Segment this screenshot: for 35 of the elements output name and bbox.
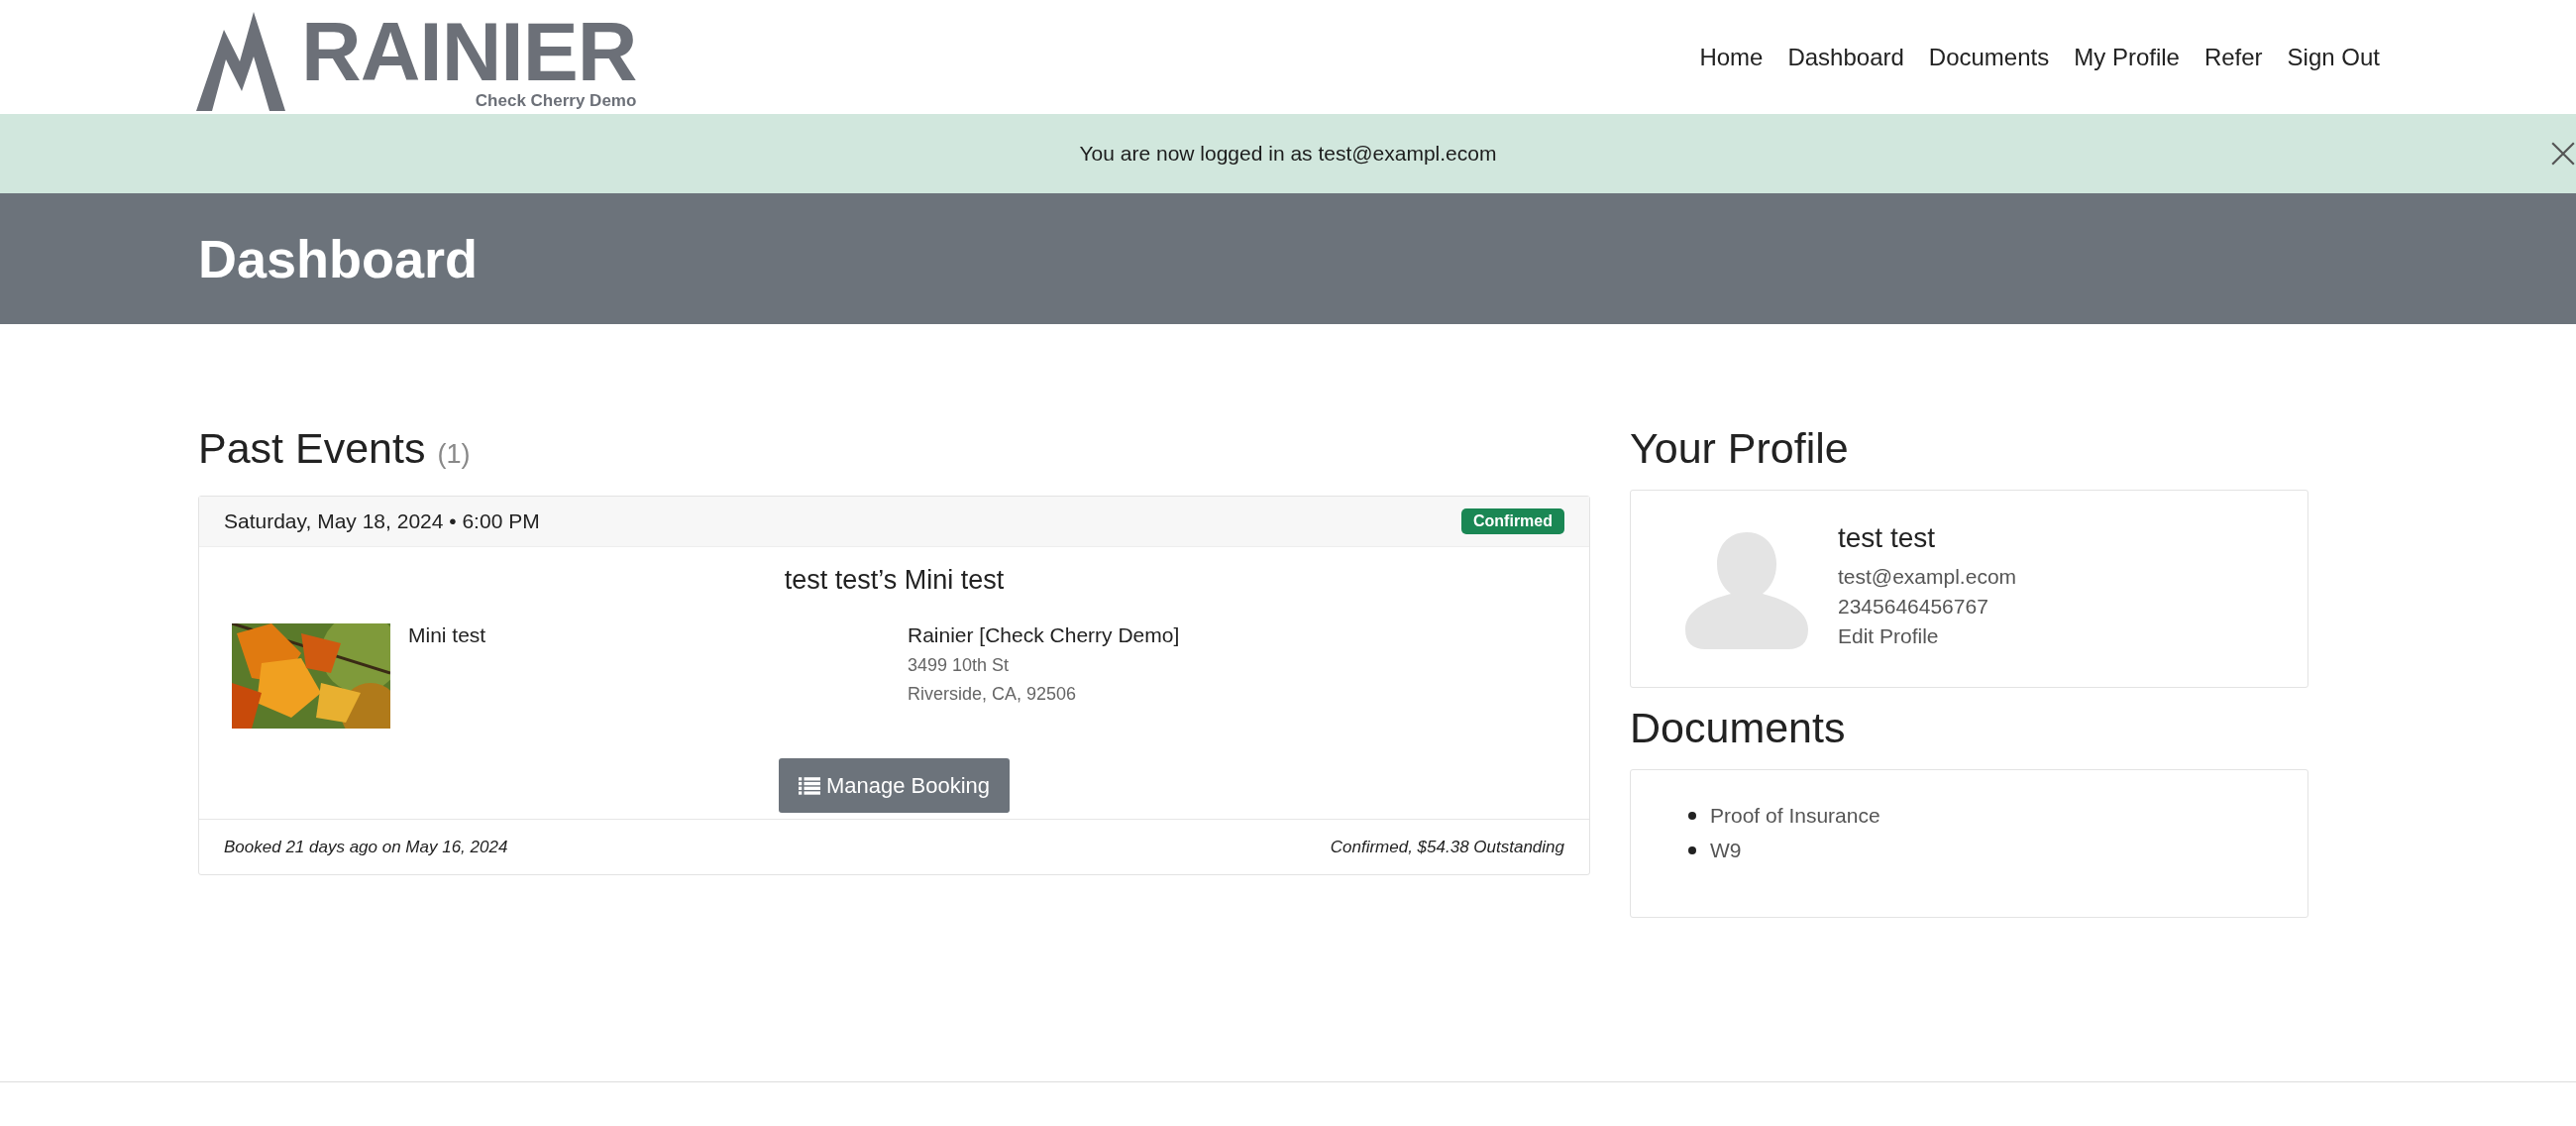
booked-note: Booked 21 days ago on May 16, 2024 xyxy=(224,837,508,857)
profile-name: test test xyxy=(1838,522,1937,554)
venue-city: Riverside, CA, 92506 xyxy=(908,684,1078,705)
document-link[interactable]: Proof of Insurance xyxy=(1710,798,1880,833)
event-count: (1) xyxy=(437,439,471,469)
nav-link[interactable]: My Profile xyxy=(2074,43,2180,71)
venue-name: Rainier [Check Cherry Demo] xyxy=(908,623,1180,647)
bullet-icon xyxy=(1688,811,1696,820)
edit-profile-link[interactable]: Edit Profile xyxy=(1838,621,2017,651)
bullet-icon xyxy=(1688,845,1696,854)
nav-link[interactable]: Home xyxy=(1699,43,1764,71)
nav-link[interactable]: Refer xyxy=(2203,43,2263,71)
nav-link[interactable]: Documents xyxy=(1928,43,2050,71)
nav-link[interactable]: Sign Out xyxy=(2287,43,2380,71)
close-icon[interactable] xyxy=(2550,141,2576,167)
nav-link[interactable]: Dashboard xyxy=(1787,43,1904,71)
status-badge: Confirmed xyxy=(1461,508,1564,534)
profile-phone: 2345646456767 xyxy=(1838,594,1989,619)
package-name: Mini test xyxy=(408,623,487,647)
list-icon xyxy=(798,776,820,795)
document-link[interactable]: W9 xyxy=(1710,833,1742,867)
section-heading: Documents xyxy=(1630,703,1847,753)
alert-message: You are now logged in as test@exampl.ecom xyxy=(1079,142,1497,166)
venue-address: 3499 10th St xyxy=(908,655,1011,676)
balance-note: Confirmed, $54.38 Outstanding xyxy=(1330,837,1564,857)
event-title: test test’s Mini test xyxy=(783,565,1006,596)
section-heading: Your Profile xyxy=(1630,423,1850,474)
section-heading: Past Events xyxy=(198,424,426,472)
page-title: Dashboard xyxy=(198,228,479,289)
manage-booking-button[interactable]: Manage Booking xyxy=(778,758,1011,813)
profile-email: test@exampl.ecom xyxy=(1838,564,2017,590)
logo-name: RAINIER xyxy=(301,11,637,91)
event-date: Saturday, May 18, 2024 • 6:00 PM xyxy=(224,509,540,533)
logo-subtitle: Check Cherry Demo xyxy=(475,90,637,111)
avatar-icon xyxy=(1685,532,1808,651)
